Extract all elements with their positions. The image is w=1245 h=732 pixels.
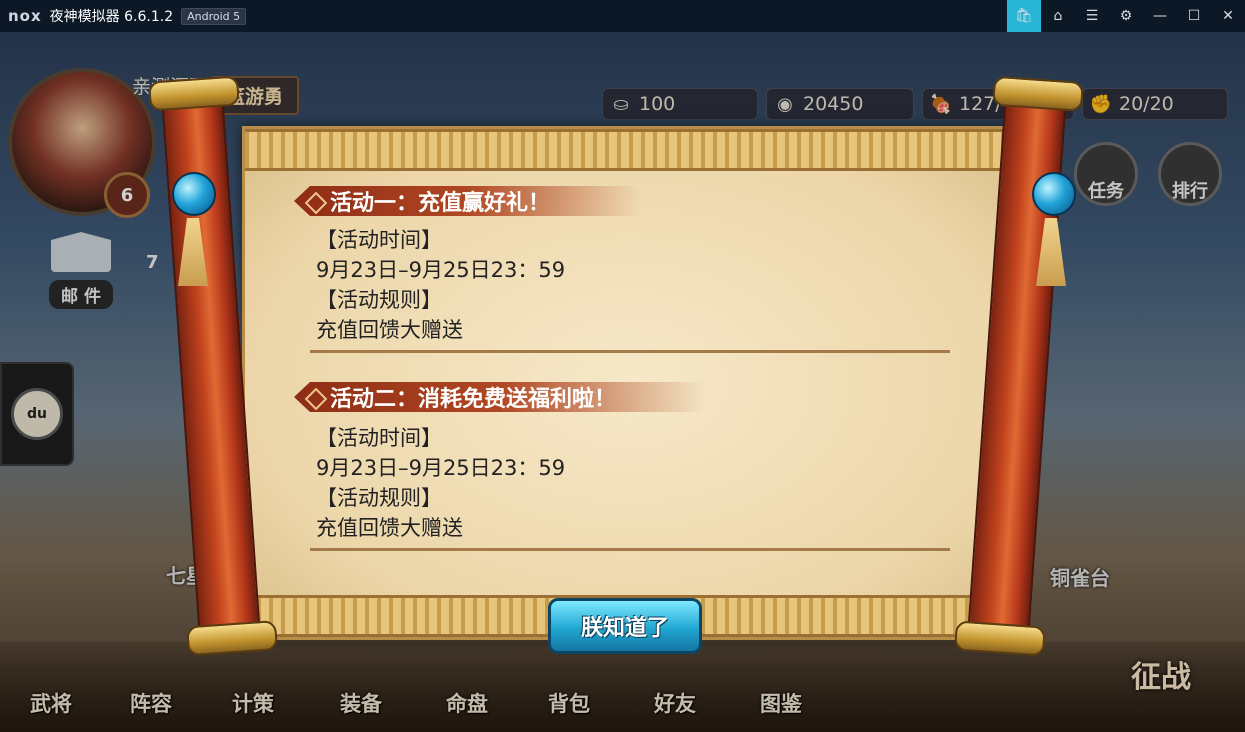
window-title-bar: nox 夜神模拟器 6.6.1.2 Android 5 🛍 ⌂ ☰ ⚙ — ☐ …	[0, 0, 1245, 32]
roller-cap	[992, 75, 1084, 112]
event-1-time: 9月23日–9月25日23：59	[316, 258, 566, 282]
event-2-time-header: 【活动时间】	[316, 426, 442, 450]
confirm-button[interactable]: 朕知道了	[548, 598, 702, 654]
event-1-rule: 充值回馈大赠送	[316, 318, 463, 342]
event-2-time: 9月23日–9月25日23：59	[316, 456, 566, 480]
android-version-badge: Android 5	[181, 7, 247, 25]
minimize-icon[interactable]: —	[1143, 0, 1177, 32]
roller-cap	[954, 620, 1046, 657]
event-title-1: 活动一：充值赢好礼！	[294, 186, 641, 216]
maximize-icon[interactable]: ☐	[1177, 0, 1211, 32]
section-divider	[310, 350, 950, 353]
gem-ornament-left	[172, 172, 216, 216]
gem-ornament-right	[1032, 172, 1076, 216]
nox-logo: nox	[8, 7, 42, 25]
roller-cap	[148, 75, 240, 112]
roller-cap	[186, 620, 278, 657]
event-1-rule-header: 【活动规则】	[316, 288, 442, 312]
store-icon[interactable]: 🛍	[1007, 0, 1041, 32]
menu-icon[interactable]: ☰	[1075, 0, 1109, 32]
scroll-border-top	[245, 129, 1011, 171]
event-title-2: 活动二：消耗免费送福利啦！	[294, 382, 707, 412]
event-1-time-header: 【活动时间】	[316, 228, 442, 252]
window-controls: 🛍 ⌂ ☰ ⚙ — ☐ ✕	[1007, 0, 1245, 32]
home-icon[interactable]: ⌂	[1041, 0, 1075, 32]
close-icon[interactable]: ✕	[1211, 0, 1245, 32]
game-viewport: 6 亲测源码网 篮游勇 ⛀ 100 ◉ 20450 🍖 127/150 ✊ 20…	[0, 32, 1245, 732]
section-divider	[310, 548, 950, 551]
event-2-rule-header: 【活动规则】	[316, 486, 442, 510]
settings-icon[interactable]: ⚙	[1109, 0, 1143, 32]
app-title: 夜神模拟器 6.6.1.2	[49, 9, 174, 25]
event-2-rule: 充值回馈大赠送	[316, 516, 463, 540]
